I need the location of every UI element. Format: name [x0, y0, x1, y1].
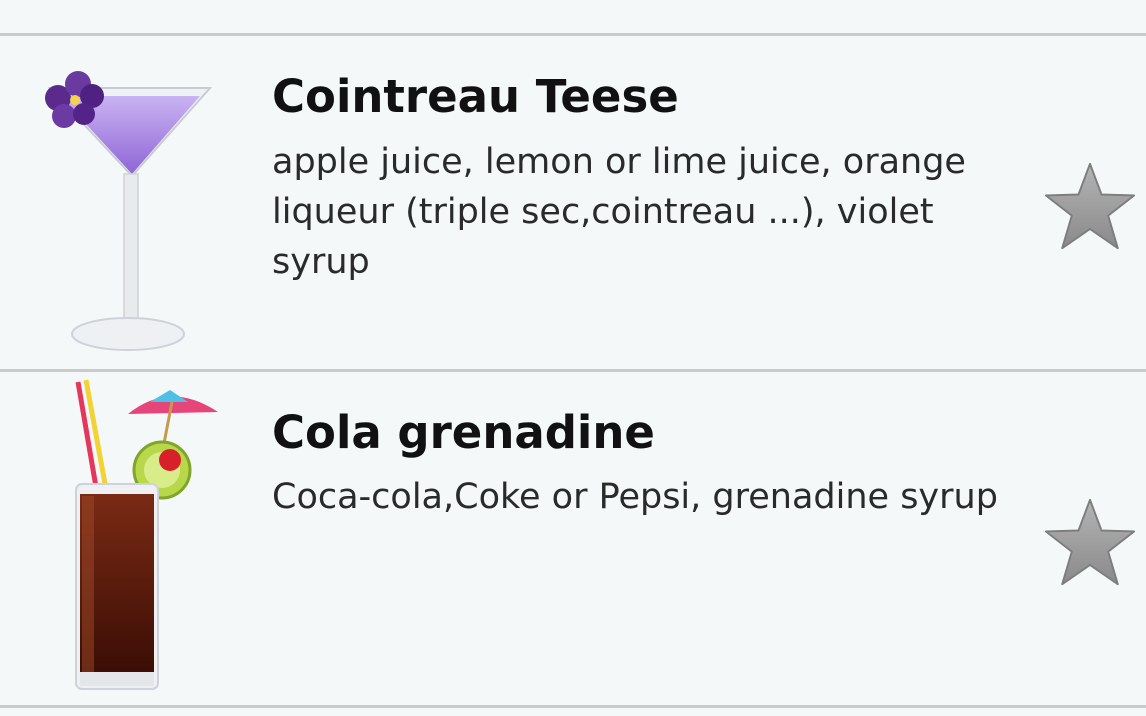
drink-title: Cointreau Teese [272, 70, 679, 123]
list-item-cointreau-teese[interactable]: Cointreau Teese apple juice, lemon or li… [0, 36, 1146, 369]
cola-highball-icon [75, 379, 218, 690]
list-item-cola-grenadine[interactable]: Cola grenadine Coca-cola,Coke or Pepsi, … [0, 372, 1146, 705]
star-icon[interactable] [1042, 160, 1138, 252]
drink-ingredients: Coca-cola,Coke or Pepsi, grenadine syrup [272, 477, 998, 517]
drink-title: Cola grenadine [272, 406, 655, 459]
drink-ingredients: apple juice, lemon or lime juice, orange… [272, 142, 966, 282]
list-divider [0, 705, 1146, 708]
violet-martini-icon [45, 71, 213, 351]
drink-list: Cointreau Teese apple juice, lemon or li… [0, 0, 1146, 716]
star-icon[interactable] [1042, 496, 1138, 588]
